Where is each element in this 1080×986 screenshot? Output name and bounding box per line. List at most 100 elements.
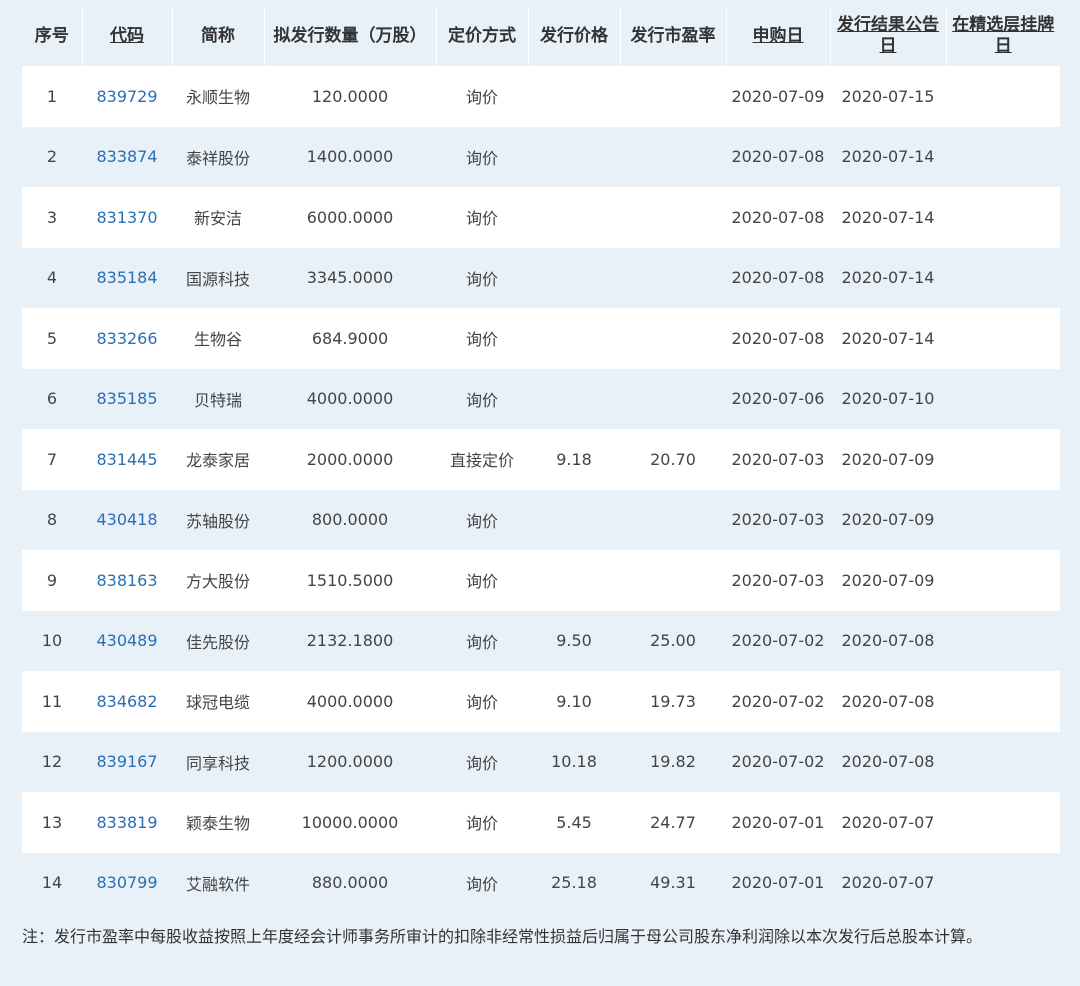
- cell-code[interactable]: 430418: [82, 490, 172, 551]
- cell-index: 4: [22, 248, 82, 309]
- cell-result-announce-date: 2020-07-14: [830, 248, 946, 309]
- cell-subscription-date: 2020-07-08: [726, 127, 830, 188]
- cell-issue-price: 9.50: [528, 611, 620, 672]
- table-row: 8430418苏轴股份800.0000询价2020-07-032020-07-0…: [22, 490, 1060, 551]
- cell-result-announce-date: 2020-07-10: [830, 369, 946, 430]
- cell-index: 7: [22, 429, 82, 490]
- cell-issue-price: [528, 308, 620, 369]
- table-row: 3831370新安洁6000.0000询价2020-07-082020-07-1…: [22, 187, 1060, 248]
- cell-issue-price: [528, 490, 620, 551]
- cell-index: 12: [22, 732, 82, 793]
- cell-index: 2: [22, 127, 82, 188]
- cell-code[interactable]: 839729: [82, 66, 172, 127]
- cell-subscription-date: 2020-07-06: [726, 369, 830, 430]
- cell-result-announce-date: 2020-07-14: [830, 308, 946, 369]
- cell-issue-price: 9.10: [528, 671, 620, 732]
- cell-pricing-method: 询价: [436, 671, 528, 732]
- cell-pe-ratio: 19.73: [620, 671, 726, 732]
- col-header-listing-date[interactable]: 在精选层挂牌日: [946, 6, 1060, 66]
- cell-pricing-method: 询价: [436, 792, 528, 853]
- cell-code[interactable]: 831445: [82, 429, 172, 490]
- cell-code[interactable]: 838163: [82, 550, 172, 611]
- cell-subscription-date: 2020-07-08: [726, 187, 830, 248]
- cell-listing-date: [946, 671, 1060, 732]
- cell-code[interactable]: 430489: [82, 611, 172, 672]
- cell-code[interactable]: 839167: [82, 732, 172, 793]
- cell-pe-ratio: [620, 127, 726, 188]
- col-header-subscription-date[interactable]: 申购日: [726, 6, 830, 66]
- cell-result-announce-date: 2020-07-09: [830, 429, 946, 490]
- cell-code[interactable]: 835184: [82, 248, 172, 309]
- cell-pe-ratio: [620, 66, 726, 127]
- cell-listing-date: [946, 732, 1060, 793]
- col-header-code[interactable]: 代码: [82, 6, 172, 66]
- cell-pe-ratio: [620, 187, 726, 248]
- col-header-result-announce-date[interactable]: 发行结果公告日: [830, 6, 946, 66]
- cell-pe-ratio: [620, 248, 726, 309]
- cell-short-name: 龙泰家居: [172, 429, 264, 490]
- cell-short-name: 永顺生物: [172, 66, 264, 127]
- cell-issue-quantity: 4000.0000: [264, 671, 436, 732]
- cell-subscription-date: 2020-07-02: [726, 671, 830, 732]
- cell-code[interactable]: 835185: [82, 369, 172, 430]
- cell-index: 9: [22, 550, 82, 611]
- cell-index: 8: [22, 490, 82, 551]
- cell-code[interactable]: 831370: [82, 187, 172, 248]
- cell-listing-date: [946, 490, 1060, 551]
- cell-pe-ratio: [620, 369, 726, 430]
- cell-subscription-date: 2020-07-08: [726, 248, 830, 309]
- table-body: 1839729永顺生物120.0000询价2020-07-092020-07-1…: [22, 66, 1060, 913]
- cell-result-announce-date: 2020-07-09: [830, 550, 946, 611]
- cell-issue-quantity: 1510.5000: [264, 550, 436, 611]
- cell-pricing-method: 询价: [436, 853, 528, 914]
- col-header-short-name: 简称: [172, 6, 264, 66]
- cell-listing-date: [946, 792, 1060, 853]
- cell-code[interactable]: 834682: [82, 671, 172, 732]
- cell-issue-price: 10.18: [528, 732, 620, 793]
- col-header-index: 序号: [22, 6, 82, 66]
- cell-pricing-method: 询价: [436, 550, 528, 611]
- table-row: 13833819颖泰生物10000.0000询价5.4524.772020-07…: [22, 792, 1060, 853]
- cell-subscription-date: 2020-07-03: [726, 550, 830, 611]
- cell-issue-price: 25.18: [528, 853, 620, 914]
- cell-listing-date: [946, 429, 1060, 490]
- cell-short-name: 方大股份: [172, 550, 264, 611]
- cell-subscription-date: 2020-07-08: [726, 308, 830, 369]
- cell-issue-quantity: 10000.0000: [264, 792, 436, 853]
- cell-index: 3: [22, 187, 82, 248]
- cell-subscription-date: 2020-07-01: [726, 792, 830, 853]
- cell-issue-price: [528, 550, 620, 611]
- cell-issue-quantity: 2000.0000: [264, 429, 436, 490]
- cell-code[interactable]: 833266: [82, 308, 172, 369]
- col-header-pe-ratio: 发行市盈率: [620, 6, 726, 66]
- ipo-issuance-table: 序号 代码 简称 拟发行数量（万股） 定价方式 发行价格 发行市盈率 申购日 发…: [22, 6, 1060, 913]
- cell-issue-quantity: 120.0000: [264, 66, 436, 127]
- cell-issue-quantity: 1400.0000: [264, 127, 436, 188]
- table-row: 7831445龙泰家居2000.0000直接定价9.1820.702020-07…: [22, 429, 1060, 490]
- cell-issue-price: 9.18: [528, 429, 620, 490]
- cell-index: 14: [22, 853, 82, 914]
- cell-code[interactable]: 830799: [82, 853, 172, 914]
- cell-issue-quantity: 1200.0000: [264, 732, 436, 793]
- cell-result-announce-date: 2020-07-07: [830, 792, 946, 853]
- cell-issue-price: [528, 248, 620, 309]
- ipo-table-container: 序号 代码 简称 拟发行数量（万股） 定价方式 发行价格 发行市盈率 申购日 发…: [22, 6, 1060, 913]
- cell-index: 1: [22, 66, 82, 127]
- cell-pe-ratio: 19.82: [620, 732, 726, 793]
- cell-short-name: 颖泰生物: [172, 792, 264, 853]
- cell-pricing-method: 询价: [436, 369, 528, 430]
- cell-issue-price: 5.45: [528, 792, 620, 853]
- cell-code[interactable]: 833874: [82, 127, 172, 188]
- cell-code[interactable]: 833819: [82, 792, 172, 853]
- cell-issue-quantity: 2132.1800: [264, 611, 436, 672]
- cell-short-name: 苏轴股份: [172, 490, 264, 551]
- cell-index: 13: [22, 792, 82, 853]
- cell-short-name: 国源科技: [172, 248, 264, 309]
- cell-pricing-method: 询价: [436, 732, 528, 793]
- table-row: 2833874泰祥股份1400.0000询价2020-07-082020-07-…: [22, 127, 1060, 188]
- cell-short-name: 艾融软件: [172, 853, 264, 914]
- cell-index: 6: [22, 369, 82, 430]
- cell-pricing-method: 询价: [436, 187, 528, 248]
- cell-index: 10: [22, 611, 82, 672]
- cell-issue-quantity: 6000.0000: [264, 187, 436, 248]
